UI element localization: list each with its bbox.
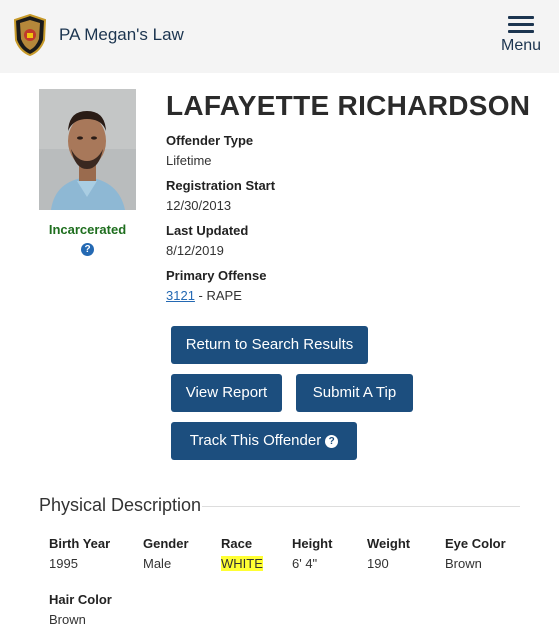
registration-start-label: Registration Start bbox=[166, 178, 276, 193]
track-help-icon: ? bbox=[325, 435, 339, 448]
offense-code-link[interactable]: 3121 bbox=[166, 288, 195, 303]
birth-year-label: Birth Year bbox=[49, 536, 111, 551]
weight-value: 190 bbox=[367, 556, 389, 571]
height-value: 6' 4" bbox=[292, 556, 318, 571]
registration-start-value: 12/30/2013 bbox=[166, 198, 232, 213]
offender-type-value: Lifetime bbox=[166, 153, 212, 168]
race-label: Race bbox=[221, 536, 253, 551]
hamburger-icon bbox=[508, 16, 534, 33]
menu-label: Menu bbox=[500, 37, 542, 54]
offender-photo bbox=[39, 89, 136, 210]
height-label: Height bbox=[292, 536, 333, 551]
last-updated-label: Last Updated bbox=[166, 223, 249, 238]
status-help-icon[interactable]: ? bbox=[81, 243, 94, 256]
primary-offense-value: 3121 - RAPE bbox=[166, 288, 242, 303]
track-offender-label: Track This Offender bbox=[189, 432, 322, 449]
eye-color-value: Brown bbox=[445, 556, 482, 571]
view-report-button[interactable]: View Report bbox=[171, 374, 282, 412]
status-badge: Incarcerated bbox=[48, 222, 127, 237]
state-police-badge-logo[interactable] bbox=[13, 14, 47, 56]
site-header: PA Megan's Law Menu bbox=[0, 0, 559, 73]
hair-color-label: Hair Color bbox=[49, 592, 112, 607]
race-value: WHITE bbox=[221, 556, 263, 571]
track-offender-button[interactable]: Track This Offender? bbox=[171, 422, 357, 460]
return-to-search-results-button[interactable]: Return to Search Results bbox=[171, 326, 368, 364]
birth-year-value: 1995 bbox=[49, 556, 78, 571]
gender-label: Gender bbox=[143, 536, 189, 551]
gender-value: Male bbox=[143, 556, 172, 571]
submit-tip-button[interactable]: Submit A Tip bbox=[296, 374, 413, 412]
menu-button[interactable]: Menu bbox=[496, 14, 546, 58]
section-divider bbox=[202, 506, 520, 507]
race-value-wrapper: WHITE bbox=[221, 556, 263, 571]
hair-color-value: Brown bbox=[49, 612, 86, 627]
last-updated-value: 8/12/2019 bbox=[166, 243, 224, 258]
eye-color-label: Eye Color bbox=[445, 536, 506, 551]
site-title[interactable]: PA Megan's Law bbox=[59, 25, 184, 45]
offense-description: - RAPE bbox=[194, 288, 242, 303]
offender-type-label: Offender Type bbox=[166, 133, 254, 148]
weight-label: Weight bbox=[367, 536, 411, 551]
physical-description-heading: Physical Description bbox=[39, 495, 202, 515]
offender-name: LAFAYETTE RICHARDSON bbox=[166, 90, 531, 121]
primary-offense-label: Primary Offense bbox=[166, 268, 267, 283]
